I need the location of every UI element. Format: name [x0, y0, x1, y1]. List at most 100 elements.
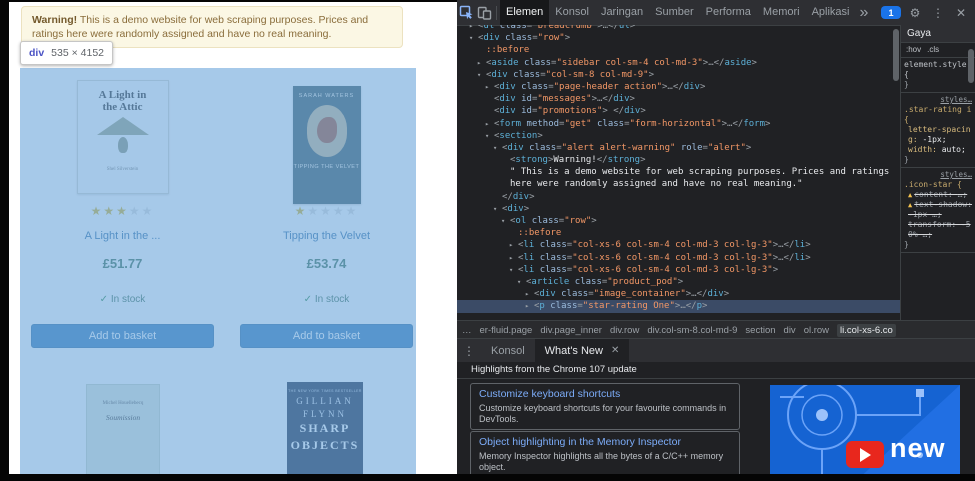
- syntax-token: >: [629, 94, 635, 105]
- breadcrumb-item[interactable]: er-fluid.page: [480, 325, 533, 336]
- card-desc: Customize keyboard shortcuts for your fa…: [479, 403, 727, 424]
- devtools-tab-strip: Elemen Konsol Jaringan Sumber Performa Memori…: [500, 0, 856, 25]
- syntax-token: >: [629, 25, 636, 31]
- whats-new-content: Customize keyboard shortcuts Customize k…: [457, 379, 975, 474]
- close-tab-icon[interactable]: ✕: [611, 339, 619, 363]
- dom-tree-node[interactable]: " This is a demo website for web scrapin…: [457, 166, 900, 178]
- expand-arrow-icon[interactable]: ▸: [509, 239, 518, 251]
- stylesheet-link[interactable]: styles…: [904, 95, 972, 105]
- css-property[interactable]: transform: -50% …;: [904, 220, 972, 240]
- expand-arrow-icon[interactable]: ▸: [525, 288, 534, 300]
- breadcrumb-item[interactable]: div: [784, 325, 796, 336]
- drawer-tab-what-s-new[interactable]: What's New ✕: [534, 339, 630, 363]
- cls-toggle[interactable]: .cls: [927, 43, 939, 57]
- dom-tree-node[interactable]: ::before: [457, 44, 900, 56]
- rule-selector[interactable]: .icon-star {: [904, 180, 972, 190]
- card-link[interactable]: Customize keyboard shortcuts: [479, 388, 731, 401]
- collapse-arrow-icon[interactable]: ▾: [501, 215, 510, 227]
- dom-tree-node[interactable]: ▸ <aside class="sidebar col-sm-4 col-md-3…: [457, 57, 900, 69]
- collapse-arrow-icon[interactable]: ▾: [469, 32, 478, 44]
- inspect-icon[interactable]: [457, 4, 475, 22]
- hov-toggle[interactable]: :hov: [906, 43, 921, 57]
- breadcrumb-overflow[interactable]: …: [462, 325, 472, 336]
- card-desc: Memory Inspector highlights all the byte…: [479, 451, 724, 472]
- breadcrumb-item[interactable]: div.page_inner: [540, 325, 602, 336]
- stylesheet-link[interactable]: styles…: [904, 170, 972, 180]
- dom-tree-node[interactable]: ▾ <div class="col-sm-8 col-md-9">: [457, 69, 900, 81]
- dom-tree-node[interactable]: ▸ <p class="star-rating One">…</p>: [457, 300, 900, 313]
- dom-tree-node[interactable]: </div>: [457, 191, 900, 203]
- css-property[interactable]: letter-spacing: -1px;: [904, 125, 972, 145]
- collapse-arrow-icon[interactable]: ▾: [493, 203, 502, 215]
- tab-sumber[interactable]: Sumber: [649, 0, 700, 25]
- syntax-token: >: [640, 106, 646, 117]
- dom-tree-node[interactable]: ▸ <ul class="breadcrumb">…</ul>: [457, 25, 900, 32]
- dom-tree-node[interactable]: ▾ <div>: [457, 203, 900, 215]
- collapse-arrow-icon[interactable]: ▾: [517, 276, 526, 288]
- dom-tree-node[interactable]: ▸ <div class="page-header action">…</div>: [457, 81, 900, 93]
- kebab-menu-icon[interactable]: ⋮: [929, 4, 947, 22]
- tab-styles[interactable]: Gaya: [901, 25, 975, 43]
- dom-tree-node[interactable]: ▸ <li class="col-xs-6 col-sm-4 col-md-3 c…: [457, 252, 900, 264]
- breadcrumb-item[interactable]: ol.row: [804, 325, 829, 336]
- dom-tree-node[interactable]: ▾ <article class="product_pod">: [457, 276, 900, 288]
- dom-tree-node[interactable]: ▸ <div class="image_container">…</div>: [457, 288, 900, 300]
- settings-gear-icon[interactable]: ⚙: [906, 4, 924, 22]
- breadcrumb-item[interactable]: div.row: [610, 325, 639, 336]
- expand-arrow-icon[interactable]: ▸: [509, 252, 518, 264]
- tab-performa[interactable]: Performa: [700, 0, 757, 25]
- dom-tree-node[interactable]: ▾ <ol class="row">: [457, 215, 900, 227]
- scrollbar[interactable]: [893, 29, 899, 81]
- tab-elemen[interactable]: Elemen: [500, 0, 550, 25]
- tab-aplikasi[interactable]: Aplikasi: [806, 0, 856, 25]
- dom-tree-node[interactable]: <div id="messages">…</div>: [457, 93, 900, 105]
- tab-konsol[interactable]: Konsol: [549, 0, 595, 25]
- dom-tree-node[interactable]: ▾ <div class="row">: [457, 32, 900, 44]
- expand-arrow-icon[interactable]: ▸: [485, 118, 494, 130]
- dom-tree-node[interactable]: <strong>Warning!</strong>: [457, 154, 900, 166]
- breadcrumb-item[interactable]: section: [745, 325, 775, 336]
- tab-memori[interactable]: Memori: [757, 0, 806, 25]
- expand-arrow-icon[interactable]: ▸: [525, 300, 534, 312]
- collapse-arrow-icon[interactable]: ▾: [485, 130, 494, 142]
- syntax-token: form: [743, 118, 765, 129]
- dom-tree-node[interactable]: ▸ <li class="col-xs-6 col-sm-4 col-md-3 c…: [457, 239, 900, 251]
- scrollbar[interactable]: [968, 49, 974, 83]
- rule-selector[interactable]: .star-rating i {: [904, 105, 972, 125]
- expand-arrow-icon[interactable]: ▸: [477, 57, 486, 69]
- dom-tree-node[interactable]: ▸ <form method="get" class="form-horizont…: [457, 118, 900, 130]
- youtube-play-icon[interactable]: [846, 441, 884, 468]
- card-link[interactable]: Object highlighting in the Memory Inspec…: [479, 436, 731, 449]
- css-property[interactable]: width: auto;: [904, 145, 972, 155]
- device-toolbar-icon[interactable]: [475, 4, 493, 22]
- dom-tree-node[interactable]: ▾ <div class="alert alert-warning" role="…: [457, 142, 900, 154]
- syntax-token: >: [751, 57, 757, 68]
- dom-tree-node[interactable]: <div id="promotions"> </div>: [457, 105, 900, 117]
- dom-tree-node[interactable]: ::before: [457, 227, 900, 239]
- close-devtools-icon[interactable]: ✕: [952, 4, 970, 22]
- css-property[interactable]: ▲ content: …;: [904, 190, 972, 200]
- warning-alert-strong: Warning!: [32, 14, 78, 26]
- breadcrumb-item[interactable]: div.col-sm-8.col-md-9: [647, 325, 737, 336]
- syntax-token: div: [512, 191, 530, 202]
- promo-thumbnail[interactable]: new: [770, 385, 960, 474]
- drawer-tab-konsol[interactable]: Konsol: [481, 339, 535, 363]
- more-tabs-chevron[interactable]: »: [856, 0, 873, 25]
- collapse-arrow-icon[interactable]: ▾: [477, 69, 486, 81]
- drawer-menu-icon[interactable]: ⋮: [460, 342, 478, 360]
- collapse-arrow-icon[interactable]: ▾: [493, 142, 502, 154]
- warning-icon: ▲: [908, 191, 913, 199]
- syntax-token: "col-xs-6 col-sm-4 col-md-3 col-lg-3": [572, 252, 773, 263]
- expand-arrow-icon[interactable]: ▸: [469, 25, 478, 32]
- dom-tree-node[interactable]: ▾ <section>: [457, 130, 900, 142]
- dom-tree-node[interactable]: here were randomly assigned and have no …: [457, 178, 900, 190]
- tab-jaringan[interactable]: Jaringan: [595, 0, 649, 25]
- rule-selector[interactable]: element.style {: [904, 60, 972, 80]
- css-property[interactable]: ▲ text-shadow: -1px …;: [904, 200, 972, 220]
- dom-tree-node[interactable]: ▾ <li class="col-xs-6 col-sm-4 col-md-3 c…: [457, 264, 900, 276]
- expand-arrow-icon[interactable]: ▸: [485, 81, 494, 93]
- issues-badge[interactable]: 1: [881, 6, 901, 19]
- collapse-arrow-icon[interactable]: ▾: [509, 264, 518, 276]
- drawer-tab-strip: Konsol What's New ✕: [481, 339, 630, 363]
- breadcrumb-item[interactable]: li.col-xs-6.co: [837, 323, 896, 337]
